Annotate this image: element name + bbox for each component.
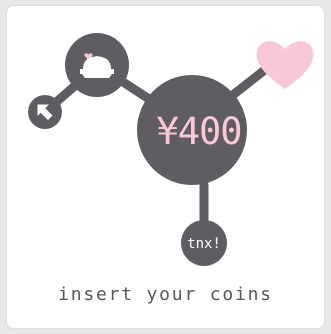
caption: insert your coins	[58, 284, 273, 305]
thanks-button[interactable]: tnx!	[181, 220, 227, 266]
purse-button[interactable]	[65, 33, 129, 97]
amount-value: ¥400	[156, 110, 241, 153]
thanks-label: tnx!	[187, 236, 221, 252]
heart-icon[interactable]	[256, 41, 314, 89]
arrow-button[interactable]	[28, 95, 62, 129]
amount-node-group: ¥400	[137, 75, 247, 185]
